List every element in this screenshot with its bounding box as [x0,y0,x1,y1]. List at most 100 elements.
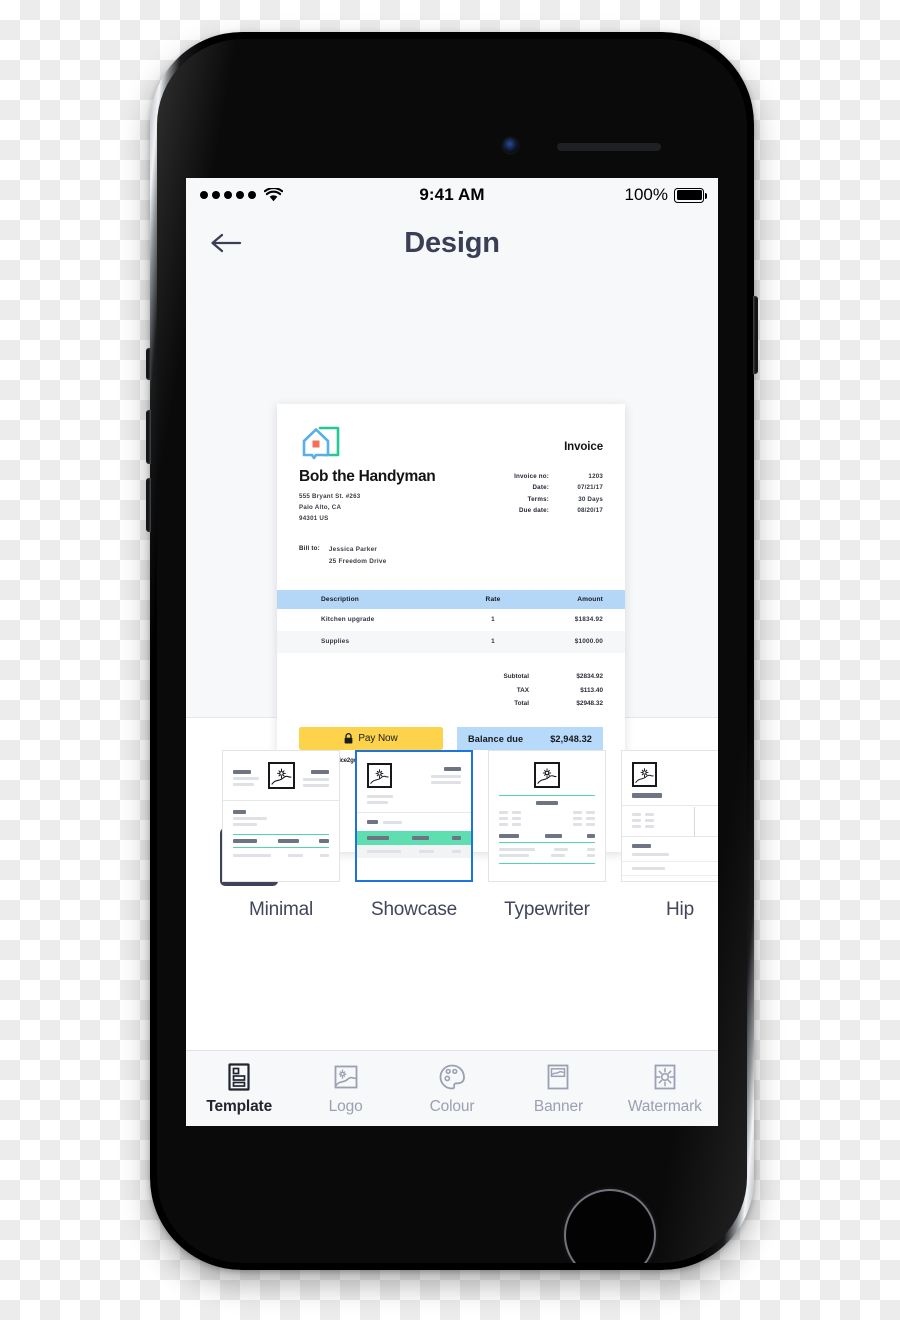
meta-key: Terms: [527,495,549,503]
pay-now-label: Pay Now [358,733,398,745]
status-bar: 9:41 AM 100% [186,178,718,212]
template-label-hip: Hip [666,899,694,920]
address-line: 555 Bryant St. #263 [299,493,361,500]
template-option-typewriter[interactable]: Typewriter [488,750,606,921]
photo-placeholder-icon [632,762,657,787]
watermark-icon [654,1064,676,1089]
tab-label-logo: Logo [328,1097,363,1115]
cell-rate: 1 [491,638,495,646]
template-option-hip[interactable]: Hip [621,750,718,921]
totals-row: TAX $113.40 [299,684,603,698]
bill-to-line: Jessica Parker [328,545,378,553]
invoice-doc-label: Invoice [564,441,603,453]
totals-row: Total $2948.32 [299,697,603,711]
column-header-rate: Rate [485,595,501,603]
meta-key: Due date: [519,507,549,515]
tab-label-watermark: Watermark [627,1097,702,1115]
business-name: Bob the Handyman [299,468,436,485]
silent-switch-button[interactable] [146,348,151,380]
template-label-minimal: Minimal [248,899,314,920]
template-thumbnail-showcase [355,750,473,882]
battery-icon [674,187,707,203]
template-label-typewriter: Typewriter [504,899,590,920]
meta-value: 30 Days [578,495,603,503]
template-carousel[interactable]: Minimal Showcase Typewriter Hip [186,718,718,966]
table-row: Kitchen upgrade 1 $1834.92 [277,609,625,631]
photo-logo-icon [334,1065,358,1088]
cell-amount: $1834.92 [574,616,603,624]
banner-icon [548,1064,569,1089]
invoice-meta-row: Invoice no: 1203 [497,471,603,482]
tab-watermark[interactable]: Watermark [612,1062,718,1116]
totals-key: Subtotal [503,672,529,680]
front-camera-icon [503,138,518,153]
totals-value: $113.40 [580,686,603,694]
business-address: 555 Bryant St. #263 Palo Alto, CA 94301 … [299,492,435,525]
column-header-amount: Amount [577,595,603,603]
invoice-bill-to: Bill to: Jessica Parker 25 Freedom Drive [299,544,603,568]
invoice-meta-row: Date: 07/21/17 [497,482,603,493]
pay-now-button[interactable]: Pay Now [299,727,443,751]
meta-value: 1203 [588,473,603,480]
power-button[interactable] [753,296,758,374]
volume-up-button[interactable] [146,410,151,464]
tab-template[interactable]: Template [186,1062,292,1116]
table-header-row: Description Rate Amount [277,589,625,609]
totals-value: $2834.92 [576,672,603,680]
tab-label-banner: Banner [533,1097,583,1115]
invoice-preview-area: Invoice Bob the Handyman 555 Bryant St. … [186,274,718,886]
palette-icon [439,1064,465,1089]
totals-value: $2948.32 [576,700,603,708]
template-icon [228,1062,250,1091]
column-header-description: Description [321,595,359,603]
meta-key: Invoice no: [514,473,549,480]
table-row: Supplies 1 $1000.00 [277,630,625,653]
meta-key: Date: [532,484,549,492]
navigation-bar: Design [186,212,718,274]
invoice-meta-row: Terms: 30 Days [497,494,603,505]
bill-to-value: Jessica Parker 25 Freedom Drive [329,544,387,568]
template-thumbnail-typewriter [488,750,606,882]
home-button[interactable] [566,1191,654,1263]
bottom-tab-bar: Template Logo Colour Banner Watermark [186,1050,718,1126]
battery-percent: 100% [624,185,668,204]
cell-amount: $1000.00 [574,638,603,646]
template-option-minimal[interactable]: Minimal [222,750,340,921]
invoice-meta-row: Due date: 08/20/17 [497,505,603,516]
back-button[interactable] [206,223,246,263]
invoice-header: Invoice [299,424,603,462]
volume-down-button[interactable] [146,478,151,532]
cell-rate: 1 [491,616,495,624]
address-line: 94301 US [299,514,329,522]
invoice-business-info: Bob the Handyman 555 Bryant St. #263 Pal… [299,468,436,525]
meta-value: 08/20/17 [577,507,603,515]
template-label-showcase: Showcase [370,899,458,920]
tab-banner[interactable]: Banner [505,1062,611,1116]
photo-placeholder-icon [534,762,560,788]
photo-placeholder-icon [367,763,392,788]
balance-due-box: Balance due $2,948.32 [457,727,603,751]
invoice-meta-table: Invoice no: 1203 Date: 07/21/17 Terms: 3… [497,471,603,525]
tab-label-colour: Colour [429,1097,475,1115]
template-thumbnail-hip [621,750,718,882]
photo-placeholder-icon [267,762,295,789]
cell-description: Supplies [321,638,350,646]
earpiece-speaker-icon [557,143,661,151]
template-option-showcase[interactable]: Showcase [355,750,473,921]
totals-key: Total [514,700,529,708]
meta-value: 07/21/17 [577,484,603,492]
tab-logo[interactable]: Logo [292,1062,398,1116]
tab-label-template: Template [206,1097,273,1115]
house-logo-icon [302,426,340,460]
invoice-line-items-table: Description Rate Amount Kitchen upgrade … [277,589,625,653]
totals-row: Subtotal $2834.92 [299,670,603,684]
back-arrow-icon [211,233,242,253]
page-title: Design [404,226,500,259]
address-line: Palo Alto, CA [299,503,342,511]
tab-colour[interactable]: Colour [399,1062,505,1116]
balance-due-amount: $2,948.32 [550,733,592,744]
invoice-business-block: Bob the Handyman 555 Bryant St. #263 Pal… [299,468,603,525]
template-thumbnail-minimal [222,750,340,882]
status-battery-group: 100% [624,185,707,205]
bill-to-label: Bill to: [299,544,320,552]
